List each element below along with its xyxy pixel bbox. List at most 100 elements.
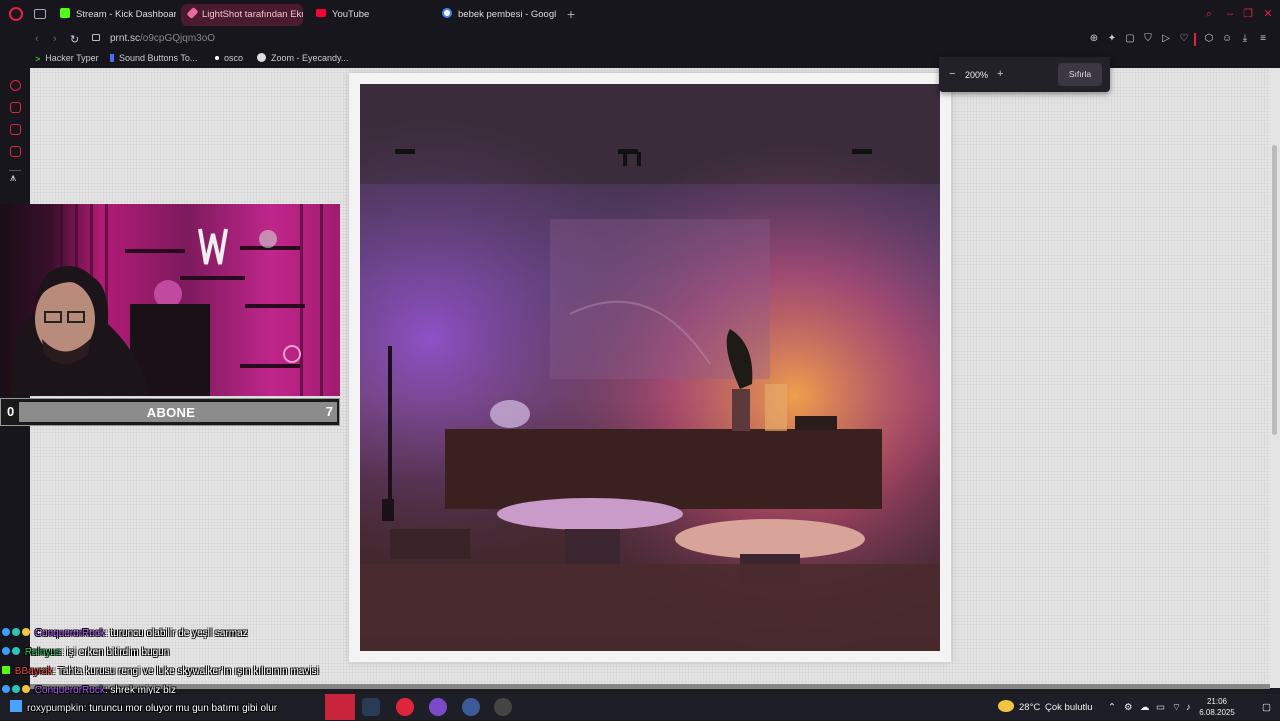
play-icon[interactable]: ▷ [1160,33,1172,45]
zoom-icon[interactable]: ⊕ [1088,33,1100,45]
pin-icon[interactable]: ⩚ [10,172,16,185]
chat-text: : turuncu mor oluyor mu gun batımı gibi … [83,703,278,714]
chat-username: roxypumpkin [27,703,84,714]
chat-username: ConquerorRock [34,628,105,639]
bag-icon[interactable] [10,102,21,113]
minimize-icon[interactable]: – [1224,8,1236,20]
bookmark-label: Hacker Typer [45,53,99,63]
tab-label: LightShot tarafından Ekra [202,9,303,20]
chat-message: Ralnyus: işi erken bitirdim bugun [2,646,382,665]
webcam-scene [10,204,323,396]
opera-logo-icon[interactable] [9,7,23,21]
address-bar: ‹ › ↻ prnt.sc/o9cpGQjqm3oO ⊕ ✦ ▢ ⛉ ▷ ♡ ⬡… [0,30,1280,50]
google-icon [442,8,452,19]
sound-icon [110,53,114,62]
extensions-icon[interactable]: ⬡ [1203,33,1215,45]
bookmark-label: osco [224,53,244,63]
zoom-icon [257,53,266,63]
heart-icon[interactable]: ♡ [1178,33,1190,45]
badge-icon [22,685,30,694]
bookmark-zoom-eyecandy[interactable]: Zoom - Eyecandy... [257,53,348,63]
profile-icon[interactable]: ☺ [1221,33,1233,45]
kick-icon [60,8,70,19]
screenshot-image[interactable] [360,84,940,651]
chat-text: : işi erken bitirdim bugun [60,647,170,658]
youtube-icon [316,9,326,18]
subscriber-count-right: 7 [325,404,333,419]
download-icon[interactable]: ⤓ [1239,33,1251,45]
tab-label: bebek pembesi - Google' [458,9,556,20]
forward-icon[interactable]: › [53,33,57,45]
badge-icon [2,628,10,637]
volume-icon[interactable]: ♪ [1186,702,1191,713]
scroll-thumb[interactable] [1272,145,1277,435]
weather-icon[interactable] [998,700,1014,712]
clock[interactable]: 21:06 6.08.2025 [1196,696,1238,718]
badge-icon [22,628,30,637]
maximize-icon[interactable]: ❐ [1242,8,1254,20]
menu-icon[interactable]: ≡ [1257,33,1269,45]
aria-icon[interactable] [10,80,21,91]
windows-start-icon[interactable] [10,700,22,712]
webcam-overlay [0,204,340,396]
obs-icon[interactable] [494,698,512,716]
back-icon[interactable]: ‹ [35,33,39,45]
workspaces-icon[interactable] [34,9,46,19]
close-icon[interactable]: ✕ [1262,8,1274,20]
taskbar-app-active[interactable] [325,694,355,720]
shield-icon[interactable]: ⛉ [1142,33,1154,45]
messenger-icon[interactable] [10,146,21,157]
lock-icon[interactable] [92,34,100,41]
reload-icon[interactable]: ↻ [70,33,79,46]
tray-cloud-icon[interactable]: ☁ [1140,702,1150,713]
chat-message: BBayrak: Tahta kurusu rengi ve luke skyw… [2,665,382,684]
bookmark-osco[interactable]: osco [215,53,243,63]
tab-kick-dashboard[interactable]: Stream - Kick Dashboard [52,4,176,26]
twitch-icon[interactable] [10,124,21,135]
chat-message: roxypumpkin: turuncu mor oluyor mu gun b… [27,702,277,721]
subscriber-goal-bar: 0 ABONE 7 [0,398,340,426]
bookmark-sound-buttons[interactable]: Sound Buttons To... [110,53,197,63]
badge-icon [12,647,20,656]
chat-overlay: ConquerorRock: turuncu olabilir de yeşil… [2,627,382,703]
app-icon[interactable] [429,698,447,716]
clock-time: 21:06 [1206,697,1228,706]
wifi-icon[interactable]: ⌔ [1172,702,1181,713]
bookmark-hacker-typer[interactable]: > Hacker Typer [35,53,99,64]
app-icon[interactable] [462,698,480,716]
lightshot-icon [186,7,199,20]
notification-icon[interactable]: ▢ [1262,702,1271,713]
sidebar-divider [9,170,21,171]
opera-icon[interactable] [396,698,414,716]
zoom-level: 200% [965,70,989,80]
url-field[interactable]: prnt.sc/o9cpGQjqm3oO [110,33,215,44]
tab-youtube[interactable]: YouTube [308,4,428,26]
badge-icon [2,666,10,675]
url-path: /o9cpGQjqm3oO [140,33,216,44]
bookmark-label: Sound Buttons To... [119,53,198,63]
divider [1194,33,1196,46]
steam-icon[interactable] [362,698,380,716]
tray-battery-icon[interactable]: ▭ [1156,702,1165,713]
badge-icon [2,647,10,656]
zoom-out-button[interactable]: − [949,68,955,80]
bookmark-label: Zoom - Eyecandy... [271,53,349,63]
new-tab-plus-icon[interactable]: + [565,7,577,21]
tab-google-search[interactable]: bebek pembesi - Google' [434,4,556,26]
tab-lightshot[interactable]: LightShot tarafından Ekra [181,4,303,26]
chat-username: BBayrak [14,666,53,677]
room-illustration [360,84,940,651]
zoom-reset-button[interactable]: Sıfırla [1058,63,1102,86]
weather-desc[interactable]: Çok bulutlu [1045,702,1093,713]
zoom-in-button[interactable]: + [997,68,1003,80]
tray-chevron-icon[interactable]: ⌃ [1108,702,1116,713]
chat-message: ConquerorRock: turuncu olabilir de yeşil… [2,627,382,646]
badge-icon [2,685,10,694]
tray-app-icon[interactable]: ⚙ [1124,702,1133,713]
screenshot-icon[interactable]: ▢ [1124,33,1136,45]
bookmark-icon[interactable]: ✦ [1106,33,1118,45]
clock-date: 6.08.2025 [1199,708,1235,717]
terminal-icon: > [35,53,41,64]
weather-temp[interactable]: 28°C [1019,702,1040,713]
search-tabs-icon[interactable]: ⌕ [1203,8,1215,20]
